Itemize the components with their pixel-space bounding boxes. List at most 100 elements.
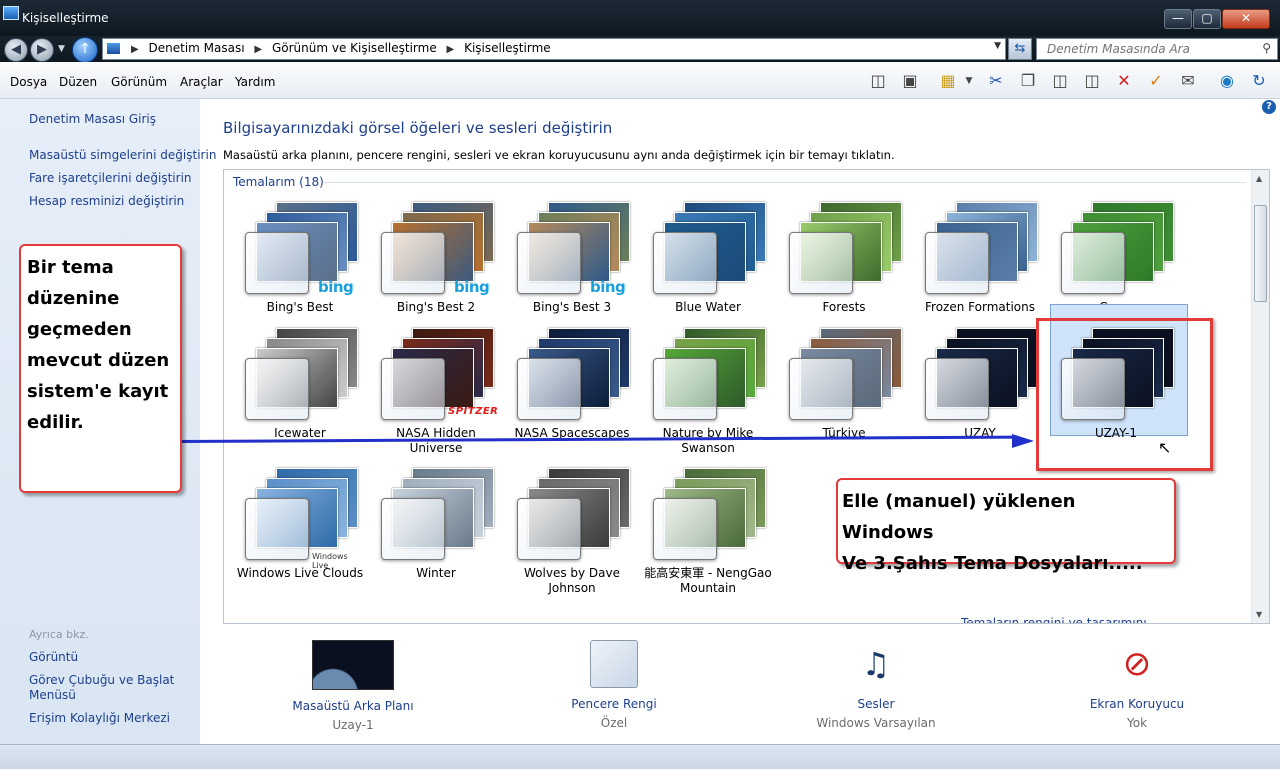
control-panel-home-link[interactable]: Denetim Masası Giriş — [29, 112, 156, 126]
breadcrumb-control-panel[interactable]: Denetim Masası — [149, 41, 245, 55]
address-history-chevron-icon[interactable]: ▼ — [994, 41, 1001, 51]
annotation-left-text: Bir tema düzenine geçmeden mevcut düzen … — [27, 257, 170, 433]
maximize-button[interactable]: ▢ — [1193, 9, 1221, 29]
page-title: Bilgisayarınızdaki görsel öğeleri ve ses… — [223, 119, 613, 137]
search-icon[interactable]: ⚲ — [1262, 41, 1271, 55]
desktop-background-label[interactable]: Masaüstü Arka Planı — [273, 699, 433, 713]
help-icon[interactable]: ? — [1262, 100, 1276, 114]
desktop-background-icon[interactable] — [312, 640, 394, 690]
theme-item[interactable]: Forests — [780, 192, 908, 332]
screensaver-value: Yok — [1126, 716, 1148, 730]
refresh-button[interactable]: ⇆ — [1008, 38, 1032, 60]
screensaver-setting[interactable]: ⊘ Ekran Koruyucu Yok — [1057, 640, 1217, 730]
search-box[interactable]: ⚲ — [1036, 38, 1278, 60]
theme-item[interactable]: 能高安東軍 - NengGao Mountain — [644, 458, 772, 598]
theme-item[interactable]: Windows Live Windows Live Clouds — [236, 458, 364, 598]
theme-window-color-swatch — [517, 498, 581, 560]
theme-item[interactable]: Icewater — [236, 318, 364, 458]
theme-window-color-swatch — [381, 232, 445, 294]
folder-icon[interactable]: ▦ — [937, 70, 959, 92]
change-account-picture-link[interactable]: Hesap resminizi değiştirin — [29, 194, 184, 208]
taskbar-start-menu-link[interactable]: Görev Çubuğu ve Başlat Menüsü — [29, 673, 179, 703]
menu-edit[interactable]: Düzen — [59, 75, 97, 89]
window-color-value: Özel — [600, 716, 628, 730]
theme-name: Frozen Formations — [925, 300, 1035, 314]
change-theme-link[interactable]: Temaların rengini ve tasarımını değiştir… — [961, 616, 1201, 623]
menu-file[interactable]: Dosya — [10, 75, 47, 89]
breadcrumb-appearance[interactable]: Görünüm ve Kişiselleştirme — [272, 41, 437, 55]
page-description: Masaüstü arka planını, pencere rengini, … — [223, 148, 895, 162]
check-icon[interactable]: ✓ — [1145, 70, 1167, 92]
breadcrumb-arrow-icon[interactable]: ▶ — [125, 44, 145, 55]
recent-pages-chevron-icon[interactable]: ▼ — [58, 44, 65, 54]
paste-alt-icon[interactable]: ◫ — [1081, 70, 1103, 92]
window-color-label[interactable]: Pencere Rengi — [534, 697, 694, 711]
see-also-title: Ayrıca bkz. — [29, 628, 89, 641]
scroll-thumb[interactable] — [1254, 205, 1267, 302]
change-desktop-icons-link[interactable]: Masaüstü simgelerini değiştirin — [29, 148, 216, 162]
screensaver-icon[interactable]: ⊘ — [1113, 640, 1161, 688]
sounds-icon[interactable]: ♫ — [852, 640, 900, 688]
scissors-icon[interactable]: ✂ — [985, 70, 1007, 92]
theme-name: Wolves by Dave Johnson — [524, 566, 620, 595]
ease-of-access-link[interactable]: Erişim Kolaylığı Merkezi — [29, 711, 170, 725]
vertical-scrollbar[interactable]: ▲ ▼ — [1251, 170, 1269, 623]
theme-item[interactable]: Winter — [372, 458, 500, 598]
theme-name: Bing's Best 2 — [396, 300, 476, 314]
mail-icon[interactable]: ✉ — [1177, 70, 1199, 92]
theme-window-color-swatch — [381, 358, 445, 420]
sounds-label[interactable]: Sesler — [796, 697, 956, 711]
theme-window-color-swatch — [1061, 232, 1125, 294]
theme-window-color-swatch — [925, 358, 989, 420]
breadcrumb-arrow-icon[interactable]: ▶ — [441, 44, 461, 55]
theme-name: Bing's Best 3 — [532, 300, 612, 314]
breadcrumb-personalization[interactable]: Kişiselleştirme — [464, 41, 551, 55]
change-mouse-pointers-link[interactable]: Fare işaretçilerini değiştirin — [29, 171, 192, 185]
theme-brand-logo: SPITZER — [448, 406, 499, 417]
my-themes-group-label: Temalarım (18) — [233, 175, 324, 189]
theme-window-color-swatch — [789, 358, 853, 420]
theme-item[interactable]: Blue Water — [644, 192, 772, 332]
delete-icon[interactable]: ✕ — [1113, 70, 1135, 92]
theme-item[interactable]: bing Bing's Best 3 — [508, 192, 636, 332]
folder-chevron-icon[interactable]: ▼ — [958, 70, 980, 92]
theme-item[interactable]: bing Bing's Best 2 — [372, 192, 500, 332]
window-color-setting[interactable]: Pencere Rengi Özel — [534, 640, 694, 730]
refresh-icon[interactable]: ↻ — [1248, 70, 1270, 92]
search-input[interactable] — [1045, 39, 1259, 59]
theme-name: 能高安東軍 - NengGao Mountain — [644, 566, 772, 595]
theme-brand-logo: bing — [590, 278, 626, 296]
forward-button[interactable]: ▶ — [30, 38, 54, 62]
screensaver-label[interactable]: Ekran Koruyucu — [1057, 697, 1217, 711]
panel-view-icon[interactable]: ◫ — [867, 70, 889, 92]
close-button[interactable]: ✕ — [1222, 9, 1270, 29]
control-panel-icon — [3, 6, 19, 20]
menu-bar: Dosya Düzen Görünüm Araçlar Yardım ◫ ▣ ▦… — [0, 62, 1280, 99]
up-arrow-icon[interactable]: ↑ — [72, 37, 98, 63]
menu-view[interactable]: Görünüm — [111, 75, 167, 89]
theme-item[interactable]: Wolves by Dave Johnson — [508, 458, 636, 598]
desktop-background-setting[interactable]: Masaüstü Arka Planı Uzay-1 — [273, 640, 433, 732]
sounds-setting[interactable]: ♫ Sesler Windows Varsayılan — [796, 640, 956, 730]
back-button[interactable]: ◀ — [4, 38, 28, 62]
menu-tools[interactable]: Araçlar — [180, 75, 223, 89]
preview-pane-icon[interactable]: ▣ — [899, 70, 921, 92]
copy-icon[interactable]: ❐ — [1017, 70, 1039, 92]
display-link[interactable]: Görüntü — [29, 650, 78, 664]
theme-name: Winter — [416, 566, 456, 580]
breadcrumb-arrow-icon[interactable]: ▶ — [248, 44, 268, 55]
address-field[interactable]: ▶ Denetim Masası ▶ Görünüm ve Kişiselleş… — [102, 38, 1006, 60]
menu-help[interactable]: Yardım — [235, 75, 275, 89]
minimize-button[interactable]: — — [1164, 9, 1192, 29]
group-divider — [324, 182, 1246, 183]
scroll-down-arrow-icon[interactable]: ▼ — [1256, 610, 1262, 619]
paste-icon[interactable]: ◫ — [1049, 70, 1071, 92]
theme-window-color-swatch — [653, 358, 717, 420]
scroll-up-arrow-icon[interactable]: ▲ — [1256, 174, 1262, 183]
globe-icon[interactable]: ◉ — [1216, 70, 1238, 92]
annotation-arrow-head — [1012, 434, 1034, 448]
window-color-icon[interactable] — [590, 640, 638, 688]
theme-item[interactable]: Frozen Formations — [916, 192, 1044, 332]
theme-item[interactable]: bing Bing's Best — [236, 192, 364, 332]
theme-item[interactable]: SPITZER NASA Hidden Universe — [372, 318, 500, 458]
